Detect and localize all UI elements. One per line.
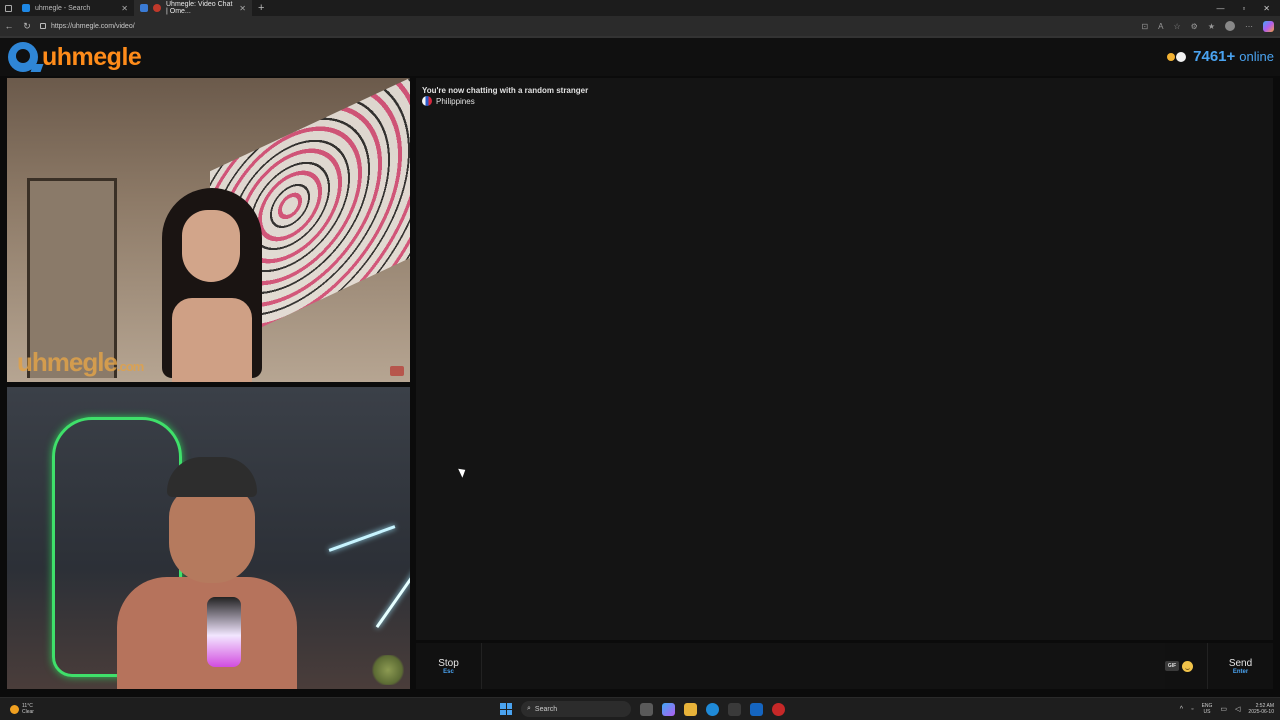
show-hidden-icons-icon[interactable]: ^ bbox=[1180, 706, 1183, 713]
tab-title: Uhmegle: Video Chat | Ome... bbox=[166, 1, 233, 15]
taskbar-search[interactable]: ⌕ Search bbox=[521, 701, 631, 717]
online-dot-icon bbox=[1176, 51, 1187, 62]
store-icon[interactable] bbox=[728, 702, 741, 716]
close-tab-icon[interactable]: ✕ bbox=[121, 4, 128, 13]
extensions-icon[interactable]: ⚙ bbox=[1191, 22, 1198, 31]
copilot-app-icon[interactable] bbox=[662, 702, 675, 716]
weather-desc: Clear bbox=[22, 709, 34, 715]
search-icon: ⌕ bbox=[527, 705, 531, 712]
copilot-icon[interactable] bbox=[1263, 20, 1274, 32]
online-dot-icon bbox=[1167, 52, 1176, 61]
refresh-button[interactable]: ↻ bbox=[18, 21, 36, 32]
plant bbox=[370, 655, 406, 685]
outlook-icon[interactable] bbox=[750, 702, 763, 716]
uhmegle-favicon-icon bbox=[140, 4, 148, 12]
tab-actions-button[interactable] bbox=[0, 0, 16, 16]
stranger-country: Philippines bbox=[422, 96, 475, 106]
watermark-suffix: .com bbox=[116, 359, 144, 374]
file-explorer-icon[interactable] bbox=[684, 702, 697, 716]
report-icon[interactable] bbox=[390, 366, 404, 376]
task-view-icon[interactable] bbox=[640, 702, 653, 716]
volume-icon[interactable]: ◁ bbox=[1235, 705, 1240, 713]
message-input[interactable] bbox=[482, 643, 1165, 689]
close-tab-icon[interactable]: ✕ bbox=[239, 4, 246, 13]
online-counter: 7461+ online bbox=[1167, 48, 1274, 65]
light-bar bbox=[375, 568, 410, 629]
system-tray: ^ ◦ ENG US ▭ ◁ 2:52 AM 2025-06-10 bbox=[1180, 703, 1280, 715]
stop-button[interactable]: Stop Esc bbox=[416, 643, 482, 689]
weather-icon bbox=[10, 704, 19, 714]
search-label: Search bbox=[534, 705, 558, 713]
back-button[interactable]: ← bbox=[0, 21, 18, 31]
app-available-icon[interactable]: ⊡ bbox=[1141, 22, 1148, 31]
language-indicator[interactable]: ENG US bbox=[1202, 703, 1213, 715]
stranger-video: uhmegle.com bbox=[7, 78, 410, 382]
microphone bbox=[207, 597, 241, 667]
send-shortcut: Enter bbox=[1232, 668, 1249, 675]
tab-uhmegle[interactable]: Uhmegle: Video Chat | Ome... ✕ bbox=[134, 0, 252, 16]
clock[interactable]: 2:52 AM 2025-06-10 bbox=[1248, 703, 1274, 715]
taskbar-apps: ⌕ Search bbox=[500, 701, 785, 717]
self-video bbox=[7, 387, 410, 689]
online-label: online bbox=[1239, 49, 1274, 64]
send-label: Send bbox=[1228, 657, 1253, 669]
online-count: 7461+ bbox=[1193, 48, 1236, 65]
chat-log: You're now chatting with a random strang… bbox=[416, 78, 1273, 640]
tab-title: uhmegle - Search bbox=[35, 4, 91, 12]
logo-text: uhmegle bbox=[42, 42, 142, 71]
watermark-text: uhmegle bbox=[17, 347, 118, 377]
edge-icon[interactable] bbox=[706, 702, 719, 716]
site-header: uhmegle 7461+ online bbox=[0, 36, 1280, 76]
chat-status-message: You're now chatting with a random strang… bbox=[422, 86, 589, 95]
clock-date: 2025-06-10 bbox=[1248, 709, 1274, 715]
gif-button[interactable]: GIF bbox=[1165, 661, 1179, 671]
send-button[interactable]: Send Enter bbox=[1207, 643, 1273, 689]
region-label: US bbox=[1203, 709, 1211, 715]
light-bar bbox=[328, 525, 396, 552]
more-menu-icon[interactable]: ⋯ bbox=[1245, 22, 1253, 31]
bing-favicon-icon bbox=[22, 4, 30, 12]
favorite-star-icon[interactable]: ☆ bbox=[1173, 22, 1180, 31]
country-name: Philippines bbox=[436, 96, 475, 106]
close-window-button[interactable]: ✕ bbox=[1263, 4, 1270, 13]
profile-avatar[interactable] bbox=[1225, 21, 1235, 31]
logo-chat-bubble-icon bbox=[8, 42, 38, 72]
uhmegle-watermark: uhmegle.com bbox=[17, 347, 144, 378]
taskbar: 11°C Clear ⌕ Search ^ ◦ ENG US ▭ ◁ 2:52 … bbox=[0, 697, 1280, 720]
tab-actions-icon bbox=[4, 4, 12, 12]
uhmegle-logo[interactable]: uhmegle bbox=[8, 42, 142, 72]
address-bar[interactable]: https://uhmegle.com/video/ bbox=[40, 23, 135, 30]
window-controls: — ▫ ✕ bbox=[1216, 4, 1280, 13]
weather-widget[interactable]: 11°C Clear bbox=[0, 703, 34, 715]
new-tab-button[interactable]: + bbox=[252, 2, 270, 14]
favorites-icon[interactable]: ★ bbox=[1208, 22, 1215, 31]
recording-indicator-icon bbox=[153, 4, 161, 12]
address-bar-row: ← ↻ https://uhmegle.com/video/ ⊡ A ☆ ⚙ ★… bbox=[0, 16, 1280, 36]
minimize-button[interactable]: — bbox=[1216, 4, 1224, 13]
stranger-person bbox=[152, 188, 272, 382]
network-icon[interactable]: ▭ bbox=[1220, 705, 1227, 713]
stop-shortcut: Esc bbox=[443, 668, 454, 675]
browser-toolbar: ⊡ A ☆ ⚙ ★ ⋯ bbox=[1141, 20, 1280, 32]
chat-controls: Stop Esc GIF Send Enter bbox=[416, 643, 1273, 689]
philippines-flag-icon bbox=[422, 96, 432, 106]
recorder-app-icon[interactable] bbox=[772, 702, 785, 716]
restore-button[interactable]: ▫ bbox=[1242, 4, 1245, 13]
site-info-icon[interactable] bbox=[40, 23, 46, 29]
tab-search[interactable]: uhmegle - Search ✕ bbox=[16, 0, 134, 16]
emoji-icon[interactable] bbox=[1182, 660, 1193, 672]
microphone-tray-icon[interactable]: ◦ bbox=[1191, 706, 1193, 713]
stop-label: Stop bbox=[438, 657, 459, 669]
url-text[interactable]: https://uhmegle.com/video/ bbox=[51, 23, 135, 30]
start-button[interactable] bbox=[500, 703, 512, 715]
read-aloud-icon[interactable]: A bbox=[1158, 22, 1163, 31]
browser-tab-bar: uhmegle - Search ✕ Uhmegle: Video Chat |… bbox=[0, 0, 1280, 16]
